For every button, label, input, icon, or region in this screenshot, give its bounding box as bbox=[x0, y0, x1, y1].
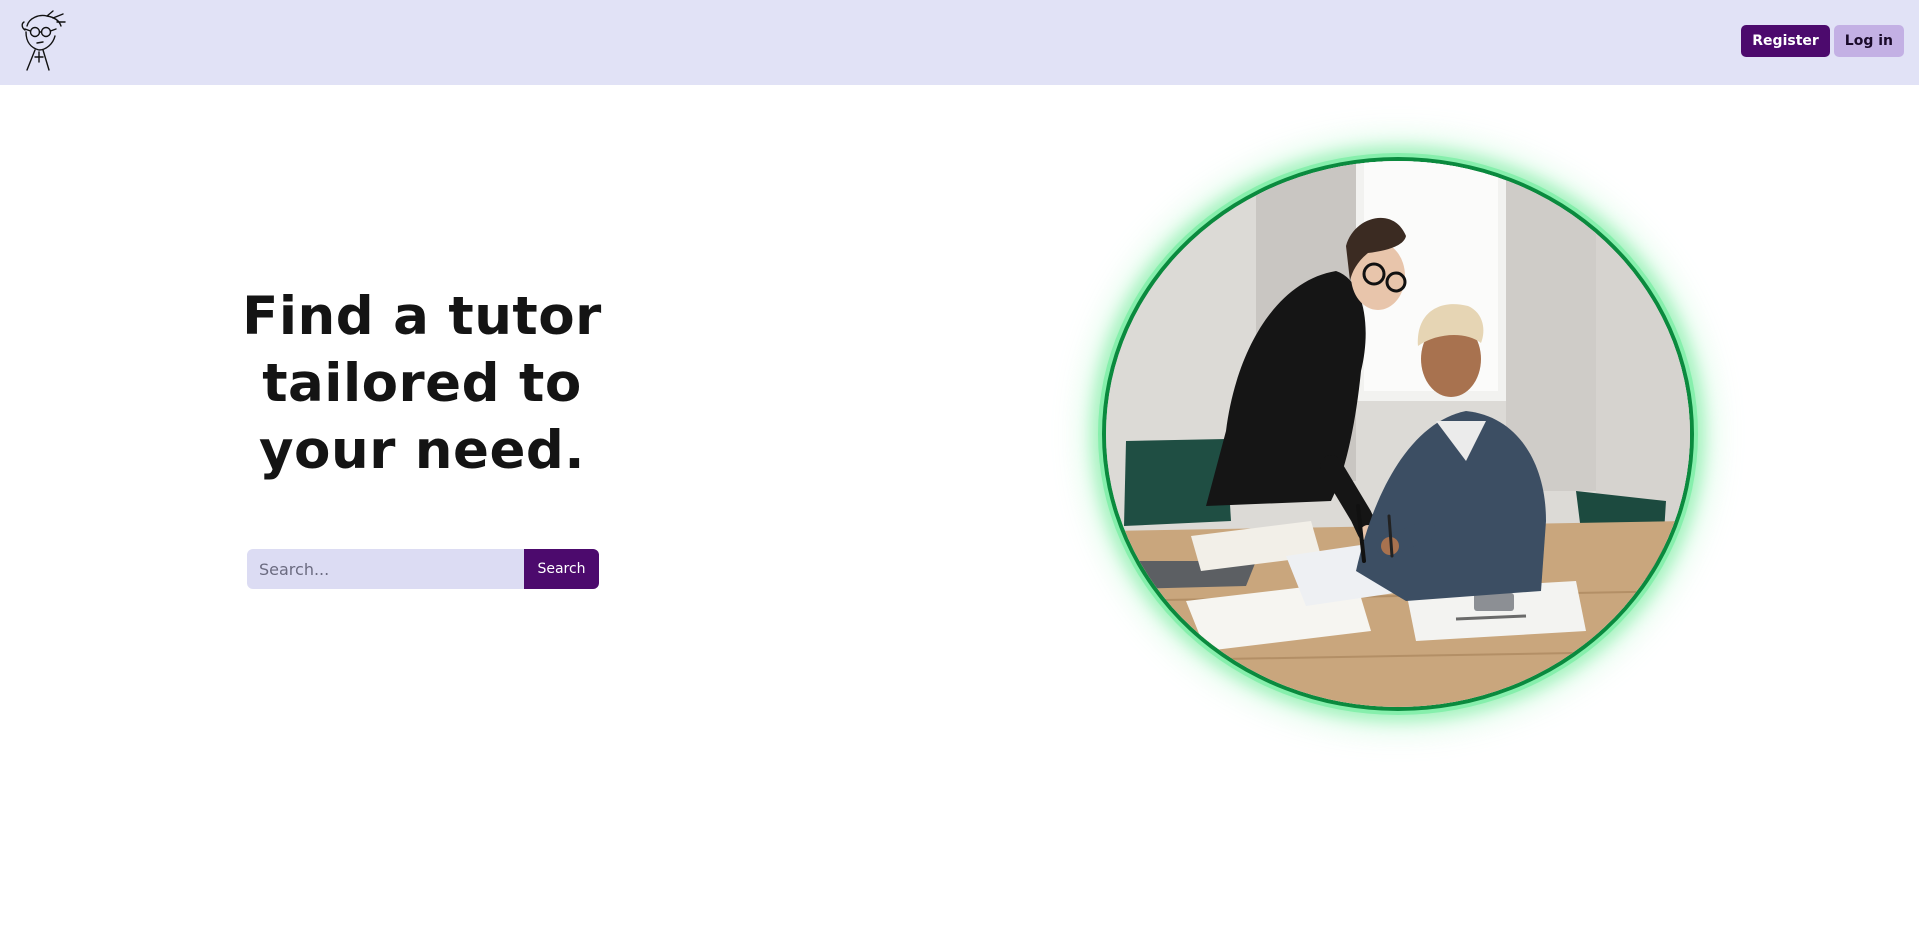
hero-image bbox=[1102, 157, 1694, 711]
login-button[interactable]: Log in bbox=[1833, 25, 1904, 57]
tutor-student-photo-icon bbox=[1106, 161, 1690, 707]
hero-title: Find a tutor tailored to your need. bbox=[242, 286, 602, 481]
navbar: Register Log in bbox=[0, 0, 1919, 85]
logo-icon[interactable] bbox=[13, 10, 69, 72]
search-button[interactable]: Search bbox=[524, 549, 599, 589]
search-input[interactable] bbox=[247, 549, 524, 589]
search-form: Search bbox=[247, 549, 599, 589]
register-button[interactable]: Register bbox=[1741, 25, 1830, 57]
nav-actions: Register Log in bbox=[1741, 25, 1904, 57]
